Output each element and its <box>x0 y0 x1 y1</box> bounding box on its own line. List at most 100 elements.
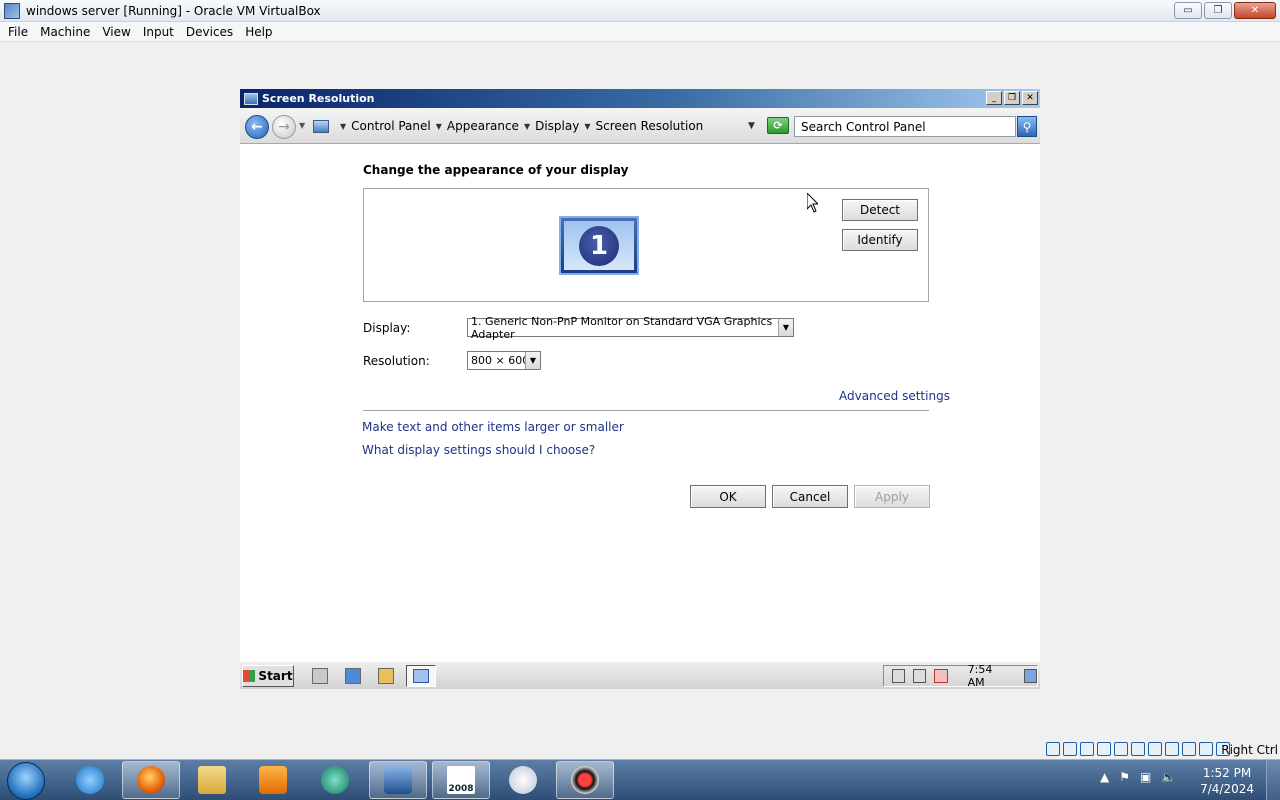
apply-button[interactable]: Apply <box>854 485 930 508</box>
ok-button[interactable]: OK <box>690 485 766 508</box>
breadcrumb-appearance[interactable]: Appearance <box>447 119 519 133</box>
guest-restore-button[interactable]: ❐ <box>1004 91 1020 105</box>
guest-close-button[interactable]: ✕ <box>1022 91 1038 105</box>
page-heading: Change the appearance of your display <box>363 163 629 177</box>
monitor-number: 1 <box>579 225 619 266</box>
optical-drive-icon[interactable] <box>1046 742 1060 756</box>
shared-folders-icon[interactable] <box>1131 742 1145 756</box>
host-title-bar: windows server [Running] - Oracle VM Vir… <box>0 0 1280 22</box>
display-help-link[interactable]: What display settings should I choose? <box>362 443 595 457</box>
taskbar-explorer[interactable] <box>183 761 241 799</box>
chevron-right-icon[interactable]: ▼ <box>584 122 590 131</box>
taskbar-disc[interactable] <box>494 761 552 799</box>
recorder-icon <box>571 766 599 794</box>
taskbar-firefox[interactable] <box>122 761 180 799</box>
taskbar-app[interactable] <box>306 761 364 799</box>
host-minimize-button[interactable]: ▭ <box>1174 2 1202 19</box>
advanced-settings-link[interactable]: Advanced settings <box>839 389 950 403</box>
text-size-link[interactable]: Make text and other items larger or smal… <box>362 420 624 434</box>
resolution-select-value: 800 × 600 <box>471 354 530 367</box>
resolution-label: Resolution: <box>363 354 430 368</box>
taskbar-server-2008[interactable]: 2008 <box>432 761 490 799</box>
windows-start-orb-icon[interactable] <box>7 762 45 800</box>
identify-button[interactable]: Identify <box>842 229 918 251</box>
taskbar-recorder[interactable] <box>556 761 614 799</box>
guest-clock: 7:54 AM <box>967 663 993 689</box>
clock-time: 1:52 PM <box>1202 766 1252 780</box>
host-restore-button[interactable]: ❐ <box>1204 2 1232 19</box>
host-taskbar: 2008 ▲ ⚑ ▣ 🔈 1:52 PM 7/4/2024 <box>0 759 1280 800</box>
back-arrow-icon[interactable]: ← <box>245 115 269 139</box>
cancel-button[interactable]: Cancel <box>772 485 848 508</box>
breadcrumb-control-panel[interactable]: Control Panel <box>351 119 431 133</box>
guest-window-title: Screen Resolution <box>262 92 375 105</box>
volume-muted-icon[interactable] <box>934 669 948 683</box>
guest-minimize-button[interactable]: _ <box>986 91 1002 105</box>
search-icon[interactable]: ⚲ <box>1017 116 1037 137</box>
firefox-icon <box>137 766 165 794</box>
host-close-button[interactable]: ✕ <box>1234 2 1276 19</box>
disc-icon <box>509 766 537 794</box>
monitor-icon <box>413 669 429 683</box>
taskbar-screen-resolution-item[interactable] <box>406 665 436 687</box>
show-desktop-button[interactable] <box>1266 760 1280 800</box>
breadcrumb-screen-resolution[interactable]: Screen Resolution <box>596 119 704 133</box>
monitor-icon <box>244 92 258 105</box>
taskbar-media-player[interactable] <box>244 761 302 799</box>
host-clock[interactable]: 1:52 PM 7/4/2024 <box>1200 765 1254 797</box>
start-button[interactable]: Start <box>242 665 294 687</box>
powershell-icon[interactable] <box>345 668 361 684</box>
show-hidden-icons-icon[interactable]: ▲ <box>1100 770 1109 784</box>
breadcrumb[interactable]: ▼ Control Panel ▼ Appearance ▼ Display ▼… <box>313 116 763 136</box>
flag-icon[interactable] <box>892 669 906 683</box>
refresh-icon[interactable]: ⟳ <box>767 117 789 134</box>
folder-icon[interactable] <box>378 668 394 684</box>
menu-file[interactable]: File <box>2 25 34 39</box>
guest-window-title-bar[interactable]: Screen Resolution _ ❐ ✕ <box>240 89 1040 108</box>
host-system-tray: ▲ ⚑ ▣ 🔈 <box>1100 770 1176 784</box>
cd-icon[interactable] <box>1063 742 1077 756</box>
action-center-flag-icon[interactable]: ⚑ <box>1119 770 1130 784</box>
guest-screen[interactable]: Screen Resolution _ ❐ ✕ ← → ▼ ▼ Control … <box>240 89 1040 689</box>
detect-button[interactable]: Detect <box>842 199 918 221</box>
recording-icon[interactable] <box>1165 742 1179 756</box>
folder-icon <box>198 766 226 794</box>
display-select[interactable]: 1. Generic Non-PnP Monitor on Standard V… <box>467 315 794 341</box>
mouse-integration-icon[interactable] <box>1199 742 1213 756</box>
volume-icon[interactable]: 🔈 <box>1161 770 1176 784</box>
taskbar-virtualbox[interactable] <box>369 761 427 799</box>
forward-arrow-icon[interactable]: → <box>272 115 296 139</box>
chevron-down-icon[interactable]: ▼ <box>525 352 540 369</box>
host-status-bar: Right Ctrl <box>0 742 1280 759</box>
host-window-title: windows server [Running] - Oracle VM Vir… <box>26 3 321 18</box>
display-icon[interactable] <box>1148 742 1162 756</box>
network-adapter-icon[interactable] <box>1097 742 1111 756</box>
chevron-right-icon[interactable]: ▼ <box>340 122 346 131</box>
audio-icon[interactable] <box>1080 742 1094 756</box>
breadcrumb-display[interactable]: Display <box>535 119 579 133</box>
menu-devices[interactable]: Devices <box>180 25 239 39</box>
show-desktop-icon[interactable] <box>1023 669 1038 683</box>
recent-pages-chevron-icon[interactable]: ▼ <box>299 121 305 130</box>
usb-icon[interactable] <box>1114 742 1128 756</box>
resolution-select[interactable]: 800 × 600 ▼ <box>467 351 541 370</box>
chevron-right-icon[interactable]: ▼ <box>436 122 442 131</box>
app-icon <box>321 766 349 794</box>
network-icon[interactable]: ▣ <box>1140 770 1151 784</box>
chevron-down-icon[interactable]: ▼ <box>778 319 793 336</box>
server-manager-icon[interactable] <box>312 668 328 684</box>
chevron-right-icon[interactable]: ▼ <box>524 122 530 131</box>
server-2008-icon: 2008 <box>447 766 475 794</box>
network-icon[interactable] <box>913 669 927 683</box>
menu-input[interactable]: Input <box>137 25 180 39</box>
display-select-value: 1. Generic Non-PnP Monitor on Standard V… <box>471 314 773 341</box>
monitor-1-icon[interactable]: 1 <box>559 216 639 275</box>
guest-taskbar: Start 7:54 AM <box>240 661 1040 689</box>
menu-machine[interactable]: Machine <box>34 25 96 39</box>
menu-help[interactable]: Help <box>239 25 278 39</box>
menu-view[interactable]: View <box>96 25 136 39</box>
search-input[interactable]: Search Control Panel <box>794 116 1016 137</box>
taskbar-ie[interactable] <box>61 761 119 799</box>
cpu-icon[interactable] <box>1182 742 1196 756</box>
address-dropdown-icon[interactable]: ▼ <box>748 121 755 131</box>
